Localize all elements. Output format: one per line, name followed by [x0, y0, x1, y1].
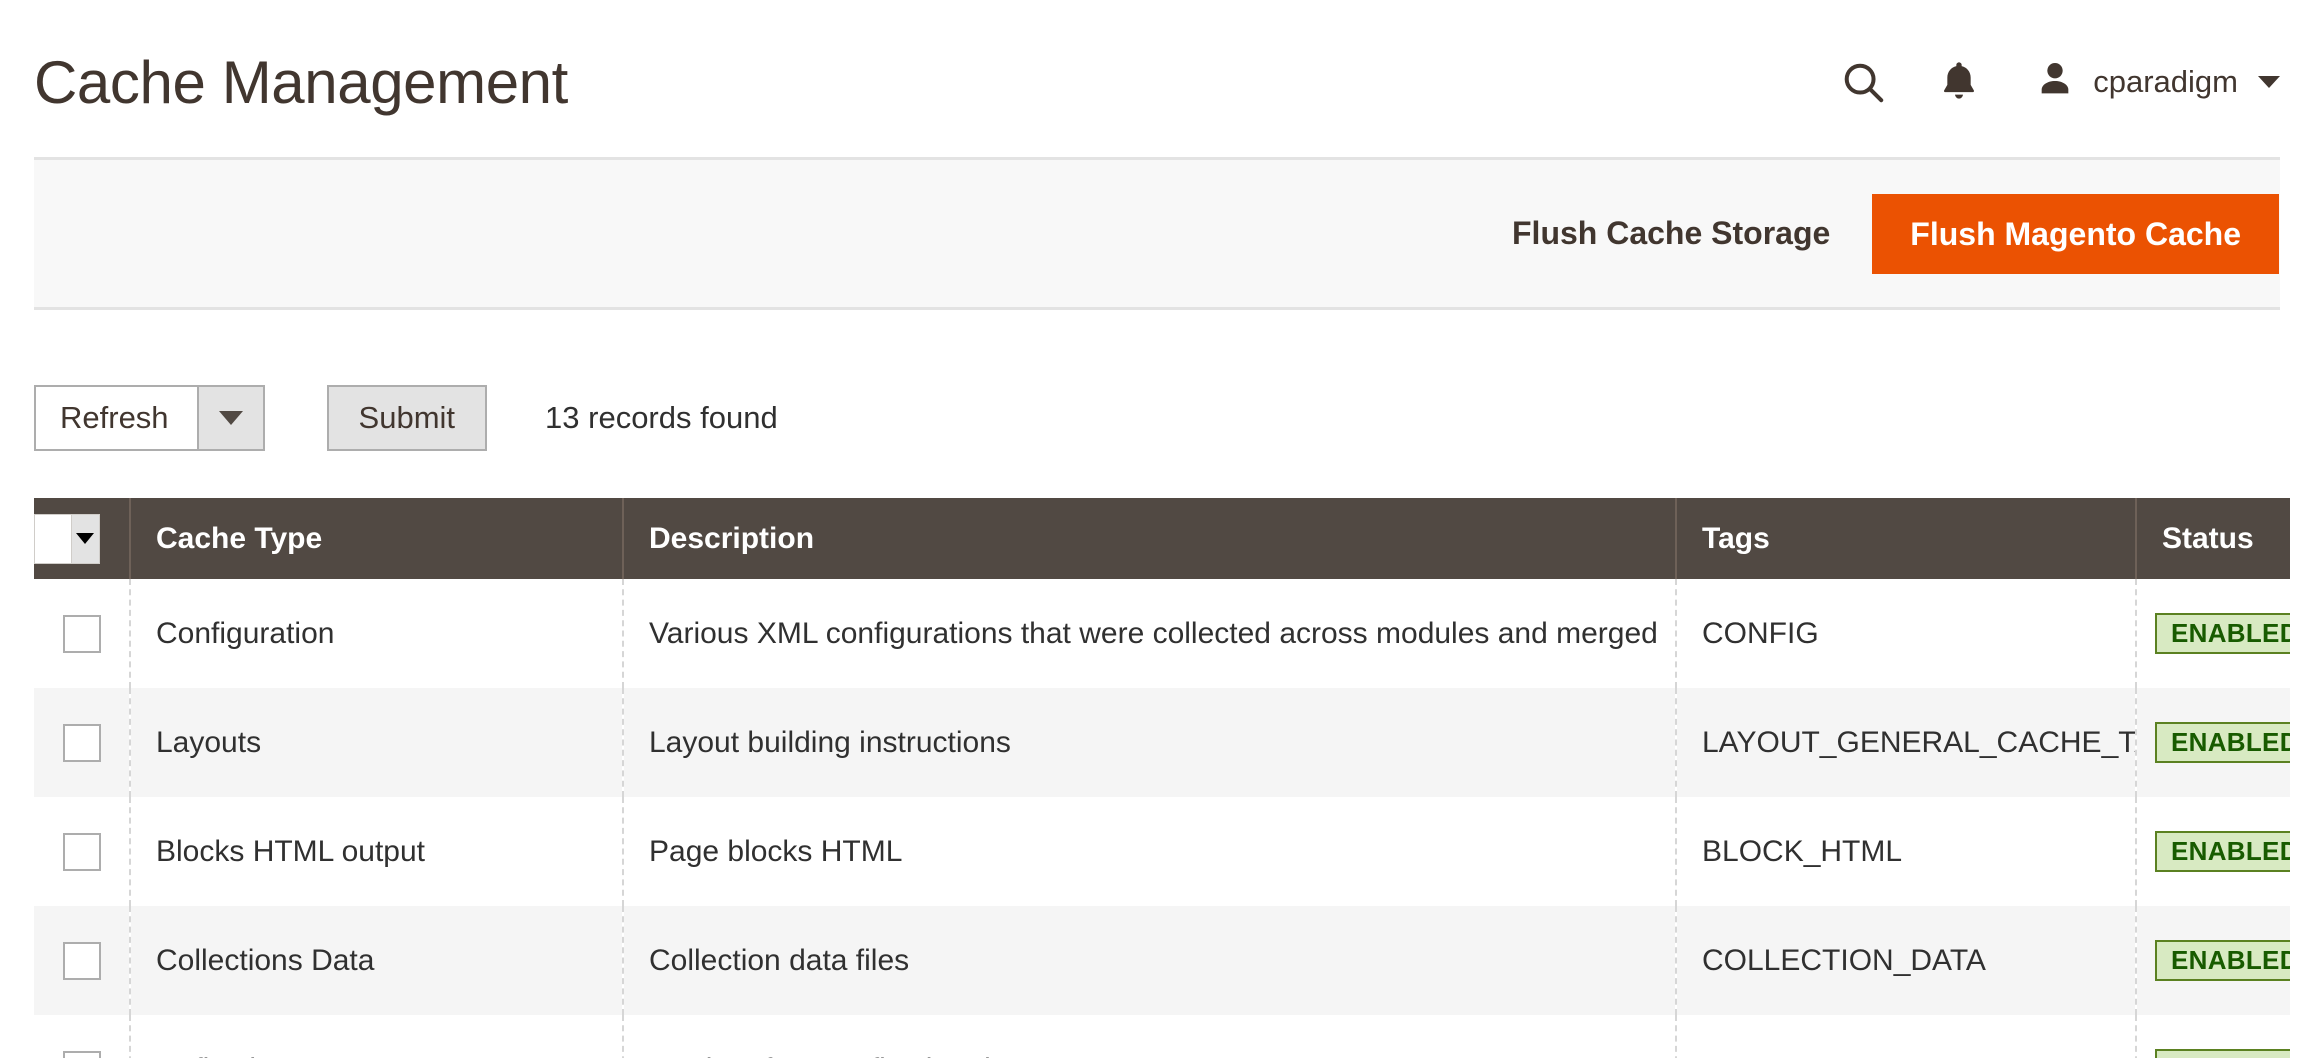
status-badge: ENABLED	[2155, 613, 2290, 654]
search-icon	[1840, 59, 1886, 105]
row-select-cell[interactable]	[34, 579, 130, 688]
cell-cache-type: Blocks HTML output	[130, 797, 623, 906]
row-select-cell[interactable]	[34, 1015, 130, 1058]
grid-body: Configuration Various XML configurations…	[34, 579, 2290, 1058]
row-checkbox[interactable]	[63, 615, 101, 653]
cell-description: Layout building instructions	[623, 688, 1676, 797]
submit-button[interactable]: Submit	[327, 385, 487, 451]
user-name-label: cparadigm	[2093, 64, 2238, 100]
row-select-cell[interactable]	[34, 797, 130, 906]
grid-header: Cache Type Description Tags Status	[34, 498, 2290, 579]
row-checkbox[interactable]	[63, 833, 101, 871]
mass-action-select[interactable]: Refresh	[34, 385, 265, 451]
table-row[interactable]: Configuration Various XML configurations…	[34, 579, 2290, 688]
cell-description: Collection data files	[623, 906, 1676, 1015]
cell-description: API interfaces reflection data	[623, 1015, 1676, 1058]
cell-description: Page blocks HTML	[623, 797, 1676, 906]
search-button[interactable]	[1815, 46, 1911, 118]
status-badge: ENABLED	[2155, 940, 2290, 981]
caret-down-icon	[76, 533, 94, 544]
column-header-select-all[interactable]	[34, 498, 130, 579]
chevron-down-icon	[2258, 76, 2280, 88]
page-title: Cache Management	[34, 53, 568, 113]
select-all-arrow-button[interactable]	[71, 515, 99, 563]
column-header-cache-type[interactable]: Cache Type	[130, 498, 623, 579]
cell-description: Various XML configurations that were col…	[623, 579, 1676, 688]
grid-toolbar: Refresh Submit 13 records found	[34, 385, 778, 451]
grid-header-row: Cache Type Description Tags Status	[34, 498, 2290, 579]
select-all-checkbox[interactable]	[35, 515, 71, 563]
row-checkbox[interactable]	[63, 1051, 101, 1058]
cell-status: ENABLED	[2136, 906, 2290, 1015]
header-actions: cparadigm	[1815, 46, 2280, 118]
cell-cache-type: Layouts	[130, 688, 623, 797]
user-avatar-icon	[2035, 59, 2075, 104]
cell-tags: CONFIG	[1676, 579, 2136, 688]
row-select-cell[interactable]	[34, 688, 130, 797]
records-found-label: 13 records found	[545, 400, 778, 436]
notifications-button[interactable]	[1911, 46, 2007, 118]
table-row[interactable]: Blocks HTML output Page blocks HTML BLOC…	[34, 797, 2290, 906]
table-row[interactable]: Reflection Data API interfaces reflectio…	[34, 1015, 2290, 1058]
row-select-cell[interactable]	[34, 906, 130, 1015]
cell-status: ENABLED	[2136, 1015, 2290, 1058]
status-badge: ENABLED	[2155, 722, 2290, 763]
status-badge: ENABLED	[2155, 831, 2290, 872]
caret-down-icon	[219, 411, 243, 425]
cell-status: ENABLED	[2136, 579, 2290, 688]
status-badge: ENABLED	[2155, 1049, 2290, 1058]
cell-tags: LAYOUT_GENERAL_CACHE_TAG	[1676, 688, 2136, 797]
user-menu[interactable]: cparadigm	[2007, 59, 2280, 104]
cell-tags: COLLECTION_DATA	[1676, 906, 2136, 1015]
select-all-dropdown-icon[interactable]	[34, 514, 100, 564]
row-checkbox[interactable]	[63, 942, 101, 980]
cell-cache-type: Configuration	[130, 579, 623, 688]
row-checkbox[interactable]	[63, 724, 101, 762]
mass-action-select-value: Refresh	[36, 387, 197, 449]
column-header-tags[interactable]: Tags	[1676, 498, 2136, 579]
page-header: Cache Management	[0, 0, 2314, 157]
cache-grid: Cache Type Description Tags Status Confi…	[34, 498, 2290, 1058]
cell-tags: BLOCK_HTML	[1676, 797, 2136, 906]
table-row[interactable]: Collections Data Collection data files C…	[34, 906, 2290, 1015]
page-actions-panel: Flush Cache Storage Flush Magento Cache	[34, 157, 2280, 310]
cell-status: ENABLED	[2136, 688, 2290, 797]
bell-icon	[1939, 60, 1979, 104]
table-row[interactable]: Layouts Layout building instructions LAY…	[34, 688, 2290, 797]
column-header-description[interactable]: Description	[623, 498, 1676, 579]
cell-cache-type: Collections Data	[130, 906, 623, 1015]
cache-management-page: Cache Management	[0, 0, 2314, 1058]
cache-grid-table: Cache Type Description Tags Status Confi…	[34, 498, 2290, 1058]
cell-status: ENABLED	[2136, 797, 2290, 906]
cell-tags: REFLECTION	[1676, 1015, 2136, 1058]
mass-action-select-arrow-button[interactable]	[197, 387, 263, 449]
column-header-status[interactable]: Status	[2136, 498, 2290, 579]
flush-magento-cache-button[interactable]: Flush Magento Cache	[1872, 194, 2279, 274]
flush-cache-storage-button[interactable]: Flush Cache Storage	[1470, 215, 1872, 252]
cell-cache-type: Reflection Data	[130, 1015, 623, 1058]
